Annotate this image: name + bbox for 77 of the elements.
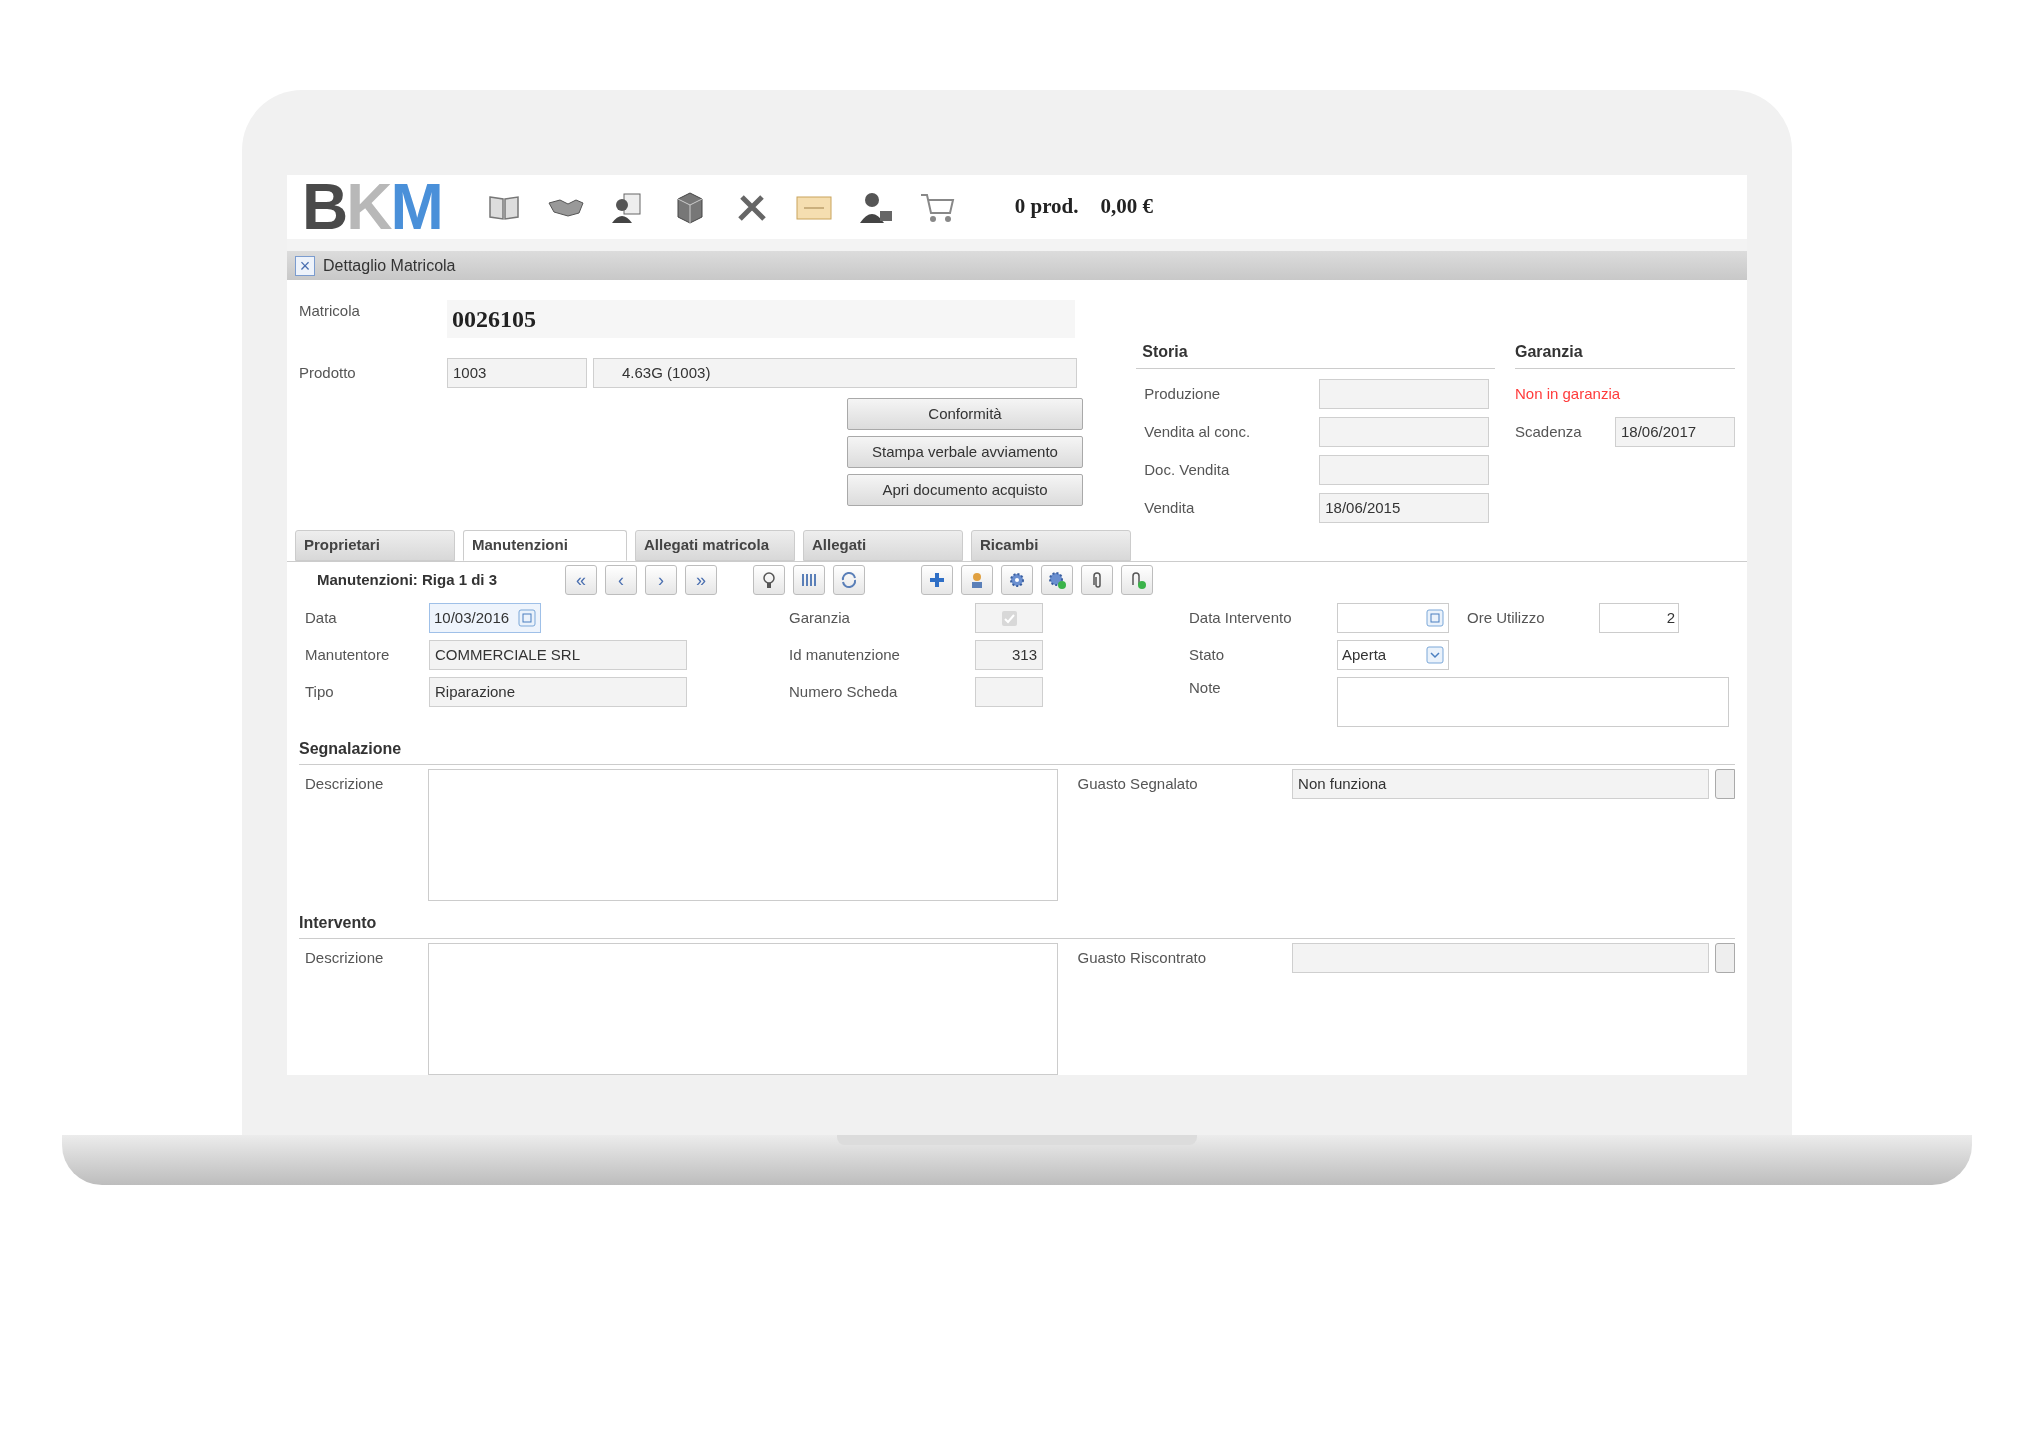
input-field[interactable] (1319, 378, 1490, 409)
field-label: Matricola (299, 300, 361, 321)
field-label: Manutentore (305, 644, 391, 665)
section-header: Segnalazione (299, 737, 1735, 765)
input-field[interactable]: 18/06/2015 (1319, 492, 1490, 523)
field-label: Scadenza (1515, 421, 1583, 442)
person-icon[interactable] (961, 565, 993, 596)
navigation-button[interactable]: › (645, 565, 677, 596)
action-button[interactable]: Conformità (847, 397, 1083, 430)
input-field[interactable]: Riparazione (429, 677, 687, 707)
tab[interactable]: Allegati (803, 529, 963, 561)
field-label: Stato (1189, 644, 1226, 665)
section-header: Garanzia (1515, 339, 1735, 369)
field-label: Data (305, 607, 338, 628)
serial-number-field[interactable]: 0026105 (447, 299, 1075, 338)
action-button[interactable]: Apri documento acquisto (847, 473, 1083, 506)
field-label: Data Intervento (1189, 607, 1293, 628)
input-field[interactable] (975, 677, 1043, 707)
tab[interactable]: Manutenzioni (463, 529, 627, 561)
date-field[interactable]: 10/03/2016 (429, 603, 541, 633)
section-header: Intervento (299, 911, 1735, 939)
panel-title: Dettaglio Matricola (323, 255, 456, 276)
field-label: Descrizione (305, 948, 385, 968)
refresh-icon[interactable] (833, 565, 865, 596)
paperclip-icon[interactable] (1081, 565, 1113, 596)
input-field[interactable] (1292, 943, 1710, 973)
input-field[interactable]: Non funziona (1292, 769, 1710, 799)
navigation-button[interactable]: » (685, 565, 717, 596)
paperclip-add-icon[interactable] (1121, 565, 1153, 596)
lightbulb-icon[interactable] (753, 565, 785, 596)
input-field[interactable]: 2 (1599, 603, 1679, 633)
input-field[interactable] (1319, 454, 1490, 485)
field-label: Doc. Vendita (1144, 459, 1231, 480)
field-label: Vendita al conc. (1144, 421, 1252, 442)
field-label: Id manutenzione (789, 644, 901, 665)
gear-add-icon[interactable] (1041, 565, 1073, 596)
calendar-icon[interactable] (1426, 609, 1444, 627)
notes-field[interactable] (1337, 677, 1729, 727)
dropdown-icon[interactable] (1426, 646, 1444, 664)
gear-icon[interactable] (1001, 565, 1033, 596)
navigation-button[interactable]: « (565, 565, 597, 596)
navigation-button[interactable]: ‹ (605, 565, 637, 596)
action-button[interactable]: Stampa verbale avviamento (847, 435, 1083, 468)
input-field[interactable]: 1003 (447, 357, 587, 388)
description-field[interactable] (428, 943, 1058, 1075)
input-field[interactable]: COMMERCIALE SRL (429, 640, 687, 670)
date-field[interactable] (1337, 603, 1449, 633)
field-label: Note (1189, 678, 1222, 698)
field-label: Ore Utilizzo (1467, 607, 1546, 628)
input-field[interactable] (1319, 416, 1490, 447)
input-field[interactable]: 313 (975, 640, 1043, 670)
field-label: Prodotto (299, 362, 357, 383)
tab[interactable]: Ricambi (971, 529, 1131, 561)
section-header: Storia (1136, 339, 1495, 369)
field-label: Numero Scheda (789, 681, 899, 702)
field-label: Descrizione (305, 774, 385, 794)
field-label: Vendita (1144, 497, 1196, 518)
checkmark-icon (1003, 612, 1015, 624)
tab[interactable]: Proprietari (295, 529, 455, 561)
field-label: Tipo (305, 681, 335, 702)
logo: BKM (302, 175, 442, 239)
field-label: Garanzia (789, 607, 851, 628)
description-field[interactable] (428, 769, 1058, 901)
cart-total: 0,00 € (1100, 193, 1154, 221)
add-icon[interactable] (921, 565, 953, 596)
record-position: Manutenzioni: Riga 1 di 3 (317, 570, 498, 591)
list-columns-icon[interactable] (793, 565, 825, 596)
input-field[interactable]: 4.63G (1003) (593, 357, 1077, 388)
close-button[interactable]: × (295, 255, 315, 276)
input-field[interactable]: 18/06/2017 (1615, 416, 1735, 447)
tab[interactable]: Allegati matricola (635, 529, 795, 561)
field-label: Guasto Segnalato (1077, 774, 1199, 794)
field-label: Guasto Riscontrato (1077, 948, 1207, 968)
status-dropdown[interactable]: Aperta (1337, 640, 1449, 670)
warranty-status: Non in garanzia (1515, 383, 1621, 404)
field-label: Produzione (1144, 383, 1222, 404)
cart-count: 0 prod. (1014, 193, 1079, 221)
